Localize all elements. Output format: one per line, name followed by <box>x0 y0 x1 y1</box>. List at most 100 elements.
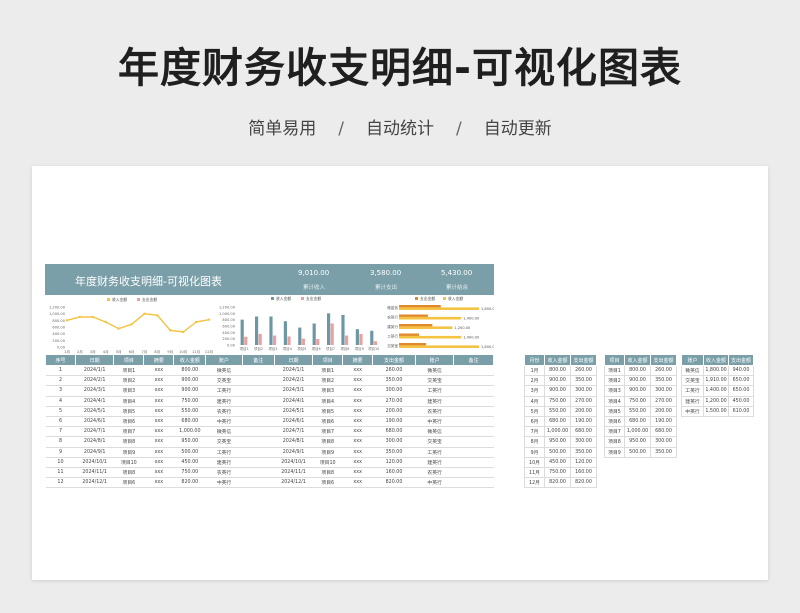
main-table-cell[interactable] <box>453 447 494 458</box>
main-table-cell[interactable]: 工英行 <box>415 447 454 458</box>
main-table-cell[interactable]: 项目2 <box>312 375 343 387</box>
main-table-cell[interactable]: xxx <box>342 467 373 479</box>
month-table-cell[interactable]: 160.00 <box>570 466 597 479</box>
main-table-cell[interactable]: 8 <box>45 436 76 448</box>
main-table-cell[interactable]: 820.00 <box>173 477 206 489</box>
main-table-cell[interactable]: 交英宝 <box>205 436 243 448</box>
month-table-cell[interactable]: 950.00 <box>544 436 571 448</box>
main-table-cell[interactable]: 2024/2/1 <box>75 375 114 387</box>
project-table-cell[interactable]: 项目3 <box>604 385 625 397</box>
month-table-cell[interactable]: 550.00 <box>544 405 571 417</box>
main-table-cell[interactable]: 450.00 <box>173 457 206 468</box>
main-table-cell[interactable]: xxx <box>342 477 373 489</box>
month-table-cell[interactable]: 900.00 <box>544 375 571 387</box>
main-table-cell[interactable]: 中英行 <box>205 416 243 428</box>
main-table-cell[interactable]: xxx <box>342 406 373 417</box>
main-table-cell[interactable]: xxx <box>342 375 373 387</box>
account-table-cell[interactable]: 微英信 <box>681 364 704 377</box>
main-table-cell[interactable]: 950.00 <box>173 436 206 448</box>
month-table-cell[interactable]: 820.00 <box>544 477 571 489</box>
main-table-cell[interactable]: 2024/11/1 <box>75 467 114 479</box>
main-table-cell[interactable]: 微英信 <box>205 426 243 438</box>
project-table-cell[interactable]: 270.00 <box>650 395 677 407</box>
main-table-cell[interactable]: 项目6 <box>312 416 343 428</box>
main-table-cell[interactable] <box>242 436 275 448</box>
main-table-cell[interactable] <box>242 457 275 468</box>
main-table-cell[interactable]: 项目8 <box>113 436 144 448</box>
main-table-cell[interactable]: 160.00 <box>372 467 416 479</box>
main-table-cell[interactable]: 350.00 <box>372 447 416 458</box>
month-table-cell[interactable]: 300.00 <box>570 436 597 448</box>
main-table-cell[interactable]: xxx <box>143 396 174 407</box>
project-table-cell[interactable]: 项目9 <box>604 446 625 458</box>
account-table-cell[interactable]: 中英行 <box>681 405 704 417</box>
main-table-cell[interactable]: 项目7 <box>312 426 343 438</box>
account-table-cell[interactable]: 交英宝 <box>681 375 704 387</box>
month-table-cell[interactable]: 7月 <box>524 426 545 438</box>
account-table-cell[interactable]: 940.00 <box>728 364 754 377</box>
main-table-cell[interactable]: 1 <box>45 365 76 377</box>
main-table-cell[interactable]: xxx <box>342 385 373 397</box>
project-table-cell[interactable]: 500.00 <box>624 446 651 458</box>
main-table-cell[interactable]: 建英行 <box>415 396 454 407</box>
month-table-cell[interactable]: 2月 <box>524 375 545 387</box>
main-table-cell[interactable]: 项目3 <box>312 385 343 397</box>
month-table-cell[interactable]: 1月 <box>524 364 545 377</box>
main-table-cell[interactable]: 项目1 <box>312 365 343 377</box>
main-table-cell[interactable]: 7 <box>45 426 76 438</box>
account-table-cell[interactable]: 1,200.00 <box>703 395 729 407</box>
main-table-cell[interactable]: 900.00 <box>173 375 206 387</box>
month-table-cell[interactable]: 10月 <box>524 456 545 468</box>
main-table-cell[interactable]: xxx <box>143 375 174 387</box>
month-table-cell[interactable]: 350.00 <box>570 446 597 458</box>
main-table-cell[interactable]: 项目7 <box>113 426 144 438</box>
main-table-cell[interactable]: 300.00 <box>372 385 416 397</box>
main-table-cell[interactable]: 项目10 <box>113 457 144 468</box>
main-table-cell[interactable]: 2024/4/1 <box>274 396 313 407</box>
main-table-cell[interactable]: 12 <box>45 477 76 489</box>
main-table-cell[interactable]: 2024/2/1 <box>274 375 313 387</box>
main-table-cell[interactable] <box>242 375 275 387</box>
main-table-cell[interactable] <box>242 477 275 489</box>
main-table-cell[interactable]: 6 <box>45 416 76 428</box>
main-table-cell[interactable]: 350.00 <box>372 375 416 387</box>
account-table-cell[interactable]: 1,800.00 <box>703 364 729 377</box>
main-table-cell[interactable]: 项目9 <box>312 447 343 458</box>
main-table-cell[interactable]: 项目9 <box>113 447 144 458</box>
main-table-cell[interactable] <box>242 426 275 438</box>
main-table-cell[interactable]: 2024/10/1 <box>274 457 313 468</box>
main-table-cell[interactable]: 750.00 <box>173 396 206 407</box>
account-table-cell[interactable]: 650.00 <box>728 375 754 387</box>
main-table-cell[interactable]: 交英宝 <box>415 375 454 387</box>
month-table-cell[interactable]: 120.00 <box>570 456 597 468</box>
main-table-cell[interactable]: 300.00 <box>372 436 416 448</box>
month-table-cell[interactable]: 190.00 <box>570 415 597 428</box>
main-table-cell[interactable]: 项目5 <box>312 406 343 417</box>
main-table-cell[interactable]: 2024/7/1 <box>274 426 313 438</box>
project-table-cell[interactable]: 350.00 <box>650 446 677 458</box>
account-table-cell[interactable]: 1,910.00 <box>703 375 729 387</box>
month-table-cell[interactable]: 450.00 <box>544 456 571 468</box>
project-table-cell[interactable]: 项目7 <box>604 426 625 438</box>
main-table-cell[interactable]: 建英行 <box>205 396 243 407</box>
main-table-cell[interactable]: 2024/12/1 <box>75 477 114 489</box>
main-table-cell[interactable]: 农英行 <box>205 467 243 479</box>
main-table-cell[interactable]: 项目3 <box>113 385 144 397</box>
main-table-cell[interactable]: xxx <box>143 447 174 458</box>
main-table-cell[interactable]: 2024/7/1 <box>75 426 114 438</box>
main-table-cell[interactable] <box>453 436 494 448</box>
project-table-cell[interactable]: 300.00 <box>650 385 677 397</box>
main-table-cell[interactable]: 550.00 <box>173 406 206 417</box>
main-table-cell[interactable]: 微英信 <box>415 426 454 438</box>
project-table-cell[interactable]: 260.00 <box>650 364 677 377</box>
month-table-cell[interactable]: 820.00 <box>570 477 597 489</box>
main-table-cell[interactable]: 交英宝 <box>415 436 454 448</box>
month-table-cell[interactable]: 750.00 <box>544 466 571 479</box>
project-table-cell[interactable]: 680.00 <box>650 426 677 438</box>
main-table-cell[interactable]: 项目1 <box>113 365 144 377</box>
project-table-cell[interactable]: 190.00 <box>650 415 677 428</box>
main-table-cell[interactable]: 820.00 <box>372 477 416 489</box>
main-table-cell[interactable] <box>453 416 494 428</box>
main-table-cell[interactable]: 项目2 <box>113 375 144 387</box>
month-table-cell[interactable]: 800.00 <box>544 364 571 377</box>
